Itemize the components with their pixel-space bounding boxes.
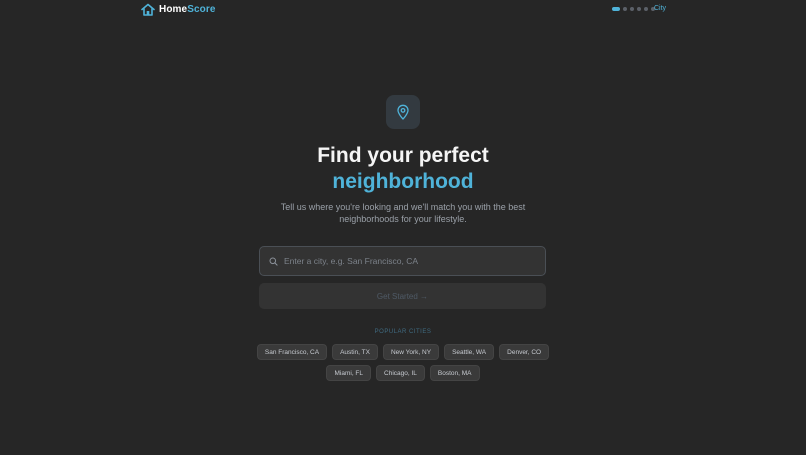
progress-dot bbox=[623, 7, 627, 11]
step-label: City bbox=[654, 5, 667, 12]
logo-suffix: Score bbox=[187, 4, 216, 15]
city-chip-boston[interactable]: Boston, MA bbox=[429, 365, 480, 381]
popular-cities-label: POPULAR CITIES bbox=[374, 329, 432, 335]
top-bar: HomeScore City bbox=[0, 0, 806, 20]
progress-dot bbox=[637, 7, 641, 11]
popular-cities-row-1: San Francisco, CA Austin, TX New York, N… bbox=[0, 344, 806, 360]
get-started-button[interactable]: Get Started → bbox=[259, 283, 546, 309]
progress-dot bbox=[630, 7, 634, 11]
city-chip-seattle[interactable]: Seattle, WA bbox=[444, 344, 495, 360]
map-pin-icon bbox=[397, 104, 409, 120]
search-icon bbox=[269, 256, 278, 266]
progress-dot bbox=[644, 7, 648, 11]
city-chip-miami[interactable]: Miami, FL bbox=[326, 365, 372, 381]
logo-prefix: Home bbox=[159, 4, 188, 15]
logo[interactable]: HomeScore bbox=[141, 3, 215, 16]
logo-text: HomeScore bbox=[159, 4, 215, 15]
city-chip-denver[interactable]: Denver, CO bbox=[499, 344, 550, 360]
house-icon bbox=[141, 3, 155, 16]
popular-cities-row-2: Miami, FL Chicago, IL Boston, MA bbox=[0, 365, 806, 381]
step-progress bbox=[612, 7, 655, 11]
city-search-input[interactable] bbox=[284, 256, 534, 266]
page-title: Find your perfect bbox=[317, 144, 489, 167]
city-search-field[interactable] bbox=[259, 246, 546, 276]
page-subtitle: Tell us where you're looking and we'll m… bbox=[280, 202, 526, 224]
city-chip-austin[interactable]: Austin, TX bbox=[332, 344, 378, 360]
city-chip-new-york[interactable]: New York, NY bbox=[382, 344, 440, 360]
hero-icon-tile bbox=[386, 95, 420, 129]
city-chip-chicago[interactable]: Chicago, IL bbox=[376, 365, 425, 381]
progress-dot-active bbox=[612, 7, 620, 11]
city-chip-san-francisco[interactable]: San Francisco, CA bbox=[256, 344, 328, 360]
page-title-highlight: neighborhood bbox=[332, 170, 474, 193]
